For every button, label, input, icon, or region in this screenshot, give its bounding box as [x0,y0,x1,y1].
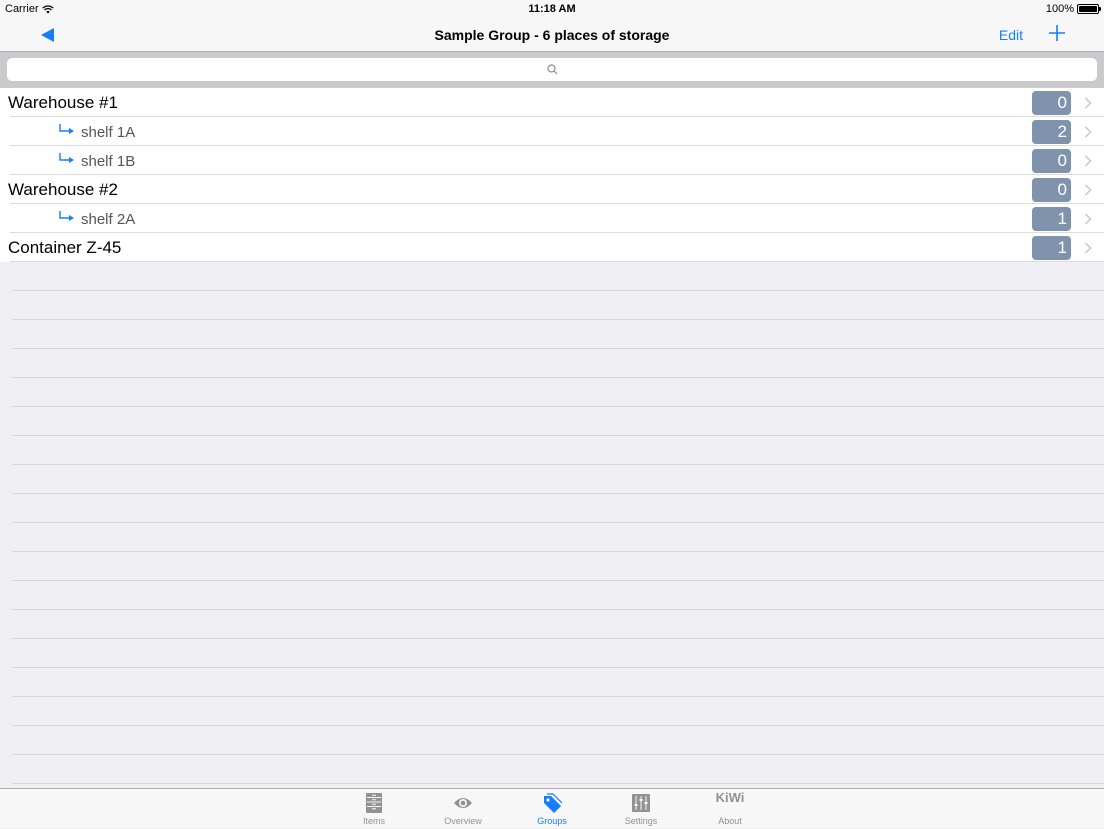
row-label: shelf 1A [81,124,136,141]
tab-settings[interactable]: Settings [611,789,671,829]
row-label: Warehouse #2 [8,180,118,199]
chevron-right-icon [1084,126,1092,138]
kiwi-logo: KiWi [715,790,745,805]
sliders-icon [632,794,650,812]
chevron-right-icon [1084,155,1092,167]
list-item-shelf-1a[interactable]: shelf 1A 2 [0,117,1104,146]
tab-bar: Items Overview Groups Settings KiWi Abou… [0,788,1104,828]
tab-groups[interactable]: Groups [522,789,582,829]
search-field[interactable] [7,58,1097,81]
child-arrow-icon [59,153,74,163]
chevron-right-icon [1084,184,1092,196]
tab-about[interactable]: KiWi About [700,789,760,829]
empty-list-area [0,262,1104,788]
tab-label: Settings [624,816,658,826]
tab-label: Items [362,816,385,826]
list-item-container-z45[interactable]: Container Z-45 1 [0,233,1104,262]
tab-items[interactable]: Items [344,789,404,829]
row-label: shelf 1B [81,153,136,170]
add-icon[interactable] [1048,24,1066,42]
eye-icon [454,798,472,808]
tab-label: Groups [537,816,567,826]
tab-label: Overview [444,816,482,826]
child-arrow-icon [59,124,74,134]
cabinet-icon [366,793,382,813]
count-badge: 2 [1032,120,1071,144]
list-item-warehouse-1[interactable]: Warehouse #1 0 [0,88,1104,117]
list-item-shelf-2a[interactable]: shelf 2A 1 [0,204,1104,233]
battery-indicator: 100% [1045,3,1101,15]
chevron-right-icon [1084,213,1092,225]
count-badge: 1 [1032,207,1071,231]
count-badge: 1 [1032,236,1071,260]
battery-icon [1077,4,1101,14]
list-item-warehouse-2[interactable]: Warehouse #2 0 [0,175,1104,204]
search-input[interactable] [7,58,1097,81]
chevron-right-icon [1084,97,1092,109]
row-label: Warehouse #1 [8,93,118,112]
child-arrow-icon [59,211,74,221]
row-label: shelf 2A [81,211,136,228]
count-badge: 0 [1032,149,1071,173]
tab-overview[interactable]: Overview [433,789,493,829]
navigation-bar: Sample Group - 6 places of storage Edit [0,18,1104,52]
battery-percent: 100% [1045,3,1074,15]
tab-label: About [718,816,742,826]
search-bar [0,52,1104,88]
chevron-right-icon [1084,242,1092,254]
page-title: Sample Group - 6 places of storage [434,27,670,43]
edit-button[interactable]: Edit [999,27,1023,43]
count-badge: 0 [1032,178,1071,202]
back-arrow-icon[interactable] [38,26,58,44]
tag-icon [544,793,562,813]
clock: 11:18 AM [528,3,576,15]
status-bar: Carrier 11:18 AM 100% [0,0,1104,18]
list-item-shelf-1b[interactable]: shelf 1B 0 [0,146,1104,175]
row-label: Container Z-45 [8,238,122,257]
count-badge: 0 [1032,91,1071,115]
storage-list: Warehouse #1 0 shelf 1A 2 shelf 1B 0 War… [0,88,1104,262]
